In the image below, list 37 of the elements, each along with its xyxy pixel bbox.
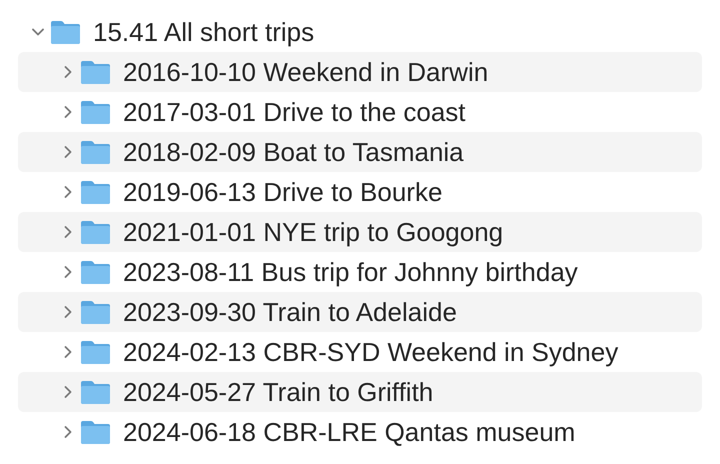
folder-icon [80, 420, 111, 444]
chevron-right-icon[interactable] [62, 425, 74, 439]
folder-icon [80, 140, 111, 164]
chevron-right-icon[interactable] [62, 105, 74, 119]
folder-name: 2024-05-27 Train to Griffith [123, 376, 434, 408]
folder-row[interactable]: 2024-05-27 Train to Griffith [18, 372, 702, 412]
folder-name: 2024-02-13 CBR-SYD Weekend in Sydney [123, 336, 618, 368]
folder-name: 15.41 All short trips [93, 16, 314, 48]
chevron-right-icon[interactable] [62, 345, 74, 359]
folder-icon [80, 100, 111, 124]
folder-name: 2018-02-09 Boat to Tasmania [123, 136, 464, 168]
folder-icon [80, 220, 111, 244]
folder-name: 2016-10-10 Weekend in Darwin [123, 56, 488, 88]
folder-name: 2024-06-18 CBR-LRE Qantas museum [123, 416, 576, 448]
folder-icon [80, 380, 111, 404]
folder-icon [50, 20, 81, 44]
chevron-right-icon[interactable] [62, 305, 74, 319]
folder-row[interactable]: 2021-01-01 NYE trip to Googong [18, 212, 702, 252]
folder-name: 2017-03-01 Drive to the coast [123, 96, 466, 128]
folder-icon [80, 300, 111, 324]
chevron-right-icon[interactable] [62, 385, 74, 399]
folder-name: 2023-08-11 Bus trip for Johnny birthday [123, 256, 578, 288]
chevron-right-icon[interactable] [62, 145, 74, 159]
folder-row[interactable]: 2016-10-10 Weekend in Darwin [18, 52, 702, 92]
folder-row[interactable]: 2018-02-09 Boat to Tasmania [18, 132, 702, 172]
folder-icon [80, 340, 111, 364]
folder-name: 2019-06-13 Drive to Bourke [123, 176, 442, 208]
folder-name: 2023-09-30 Train to Adelaide [123, 296, 457, 328]
folder-icon [80, 180, 111, 204]
chevron-right-icon[interactable] [62, 265, 74, 279]
chevron-right-icon[interactable] [62, 185, 74, 199]
chevron-right-icon[interactable] [62, 65, 74, 79]
folder-name: 2021-01-01 NYE trip to Googong [123, 216, 504, 248]
folder-icon [80, 260, 111, 284]
folder-row[interactable]: 2023-09-30 Train to Adelaide [18, 292, 702, 332]
folder-icon [80, 60, 111, 84]
chevron-right-icon[interactable] [62, 225, 74, 239]
